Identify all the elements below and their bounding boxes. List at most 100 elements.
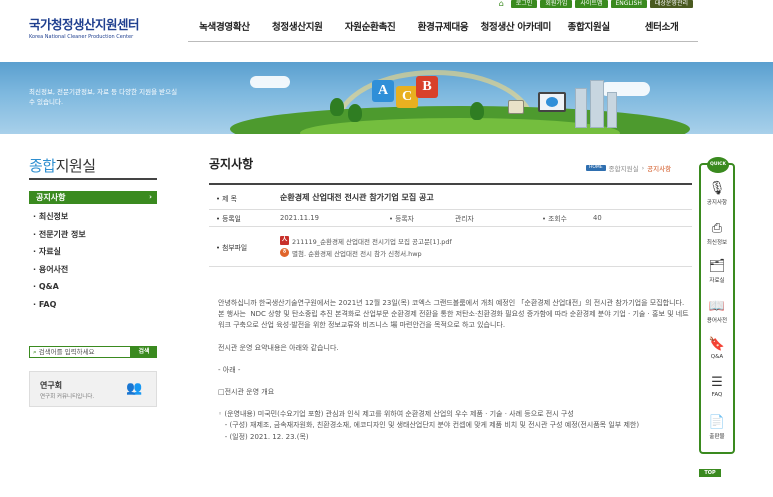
attachment-hwp[interactable]: ㅎ 별첨. 순환경제 산업대전 전시 참가 신청서.hwp [280, 247, 452, 259]
body-paragraph: ◦ (운영내용) 미국민(수요기업 포함) 관심과 인식 제고를 위하여 순환경… [218, 410, 574, 419]
banner-phone-icon [508, 100, 524, 114]
attachment-name: 211119_순환경제 산업대전 전시기업 모집 공고문[1].pdf [292, 237, 452, 246]
admin-link[interactable]: 대상운영관리 [649, 0, 693, 8]
sidebar-item-expert-info[interactable]: · 전문기관 정보 [29, 226, 157, 244]
quick-item-label: 최신정보 [706, 240, 728, 246]
nav-item-support-office[interactable]: 종합지원실 [552, 14, 625, 41]
post-subject-row: 제 목 순환경제 산업대전 전시관 참가기업 모집 공고 [209, 186, 692, 210]
nav-item-cleaner-production[interactable]: 청정생산지원 [261, 14, 334, 41]
quick-item-label: FAQ [711, 392, 723, 398]
site-logo[interactable]: 국가청정생산지원센터 Korea National Cleaner Produc… [29, 14, 140, 40]
sidebar-item-notice[interactable]: 공지사항 › [29, 191, 157, 204]
quick-item-qna[interactable]: 🔖 Q&A [701, 337, 733, 360]
sidebar-menu: 공지사항 › · 최신정보 · 전문기관 정보 · 자료실 · 용어사전 · Q&… [29, 191, 157, 313]
quick-item-label: 자료실 [709, 278, 725, 284]
body-paragraph: □전시관 운영 개요 [218, 388, 275, 397]
author-label: 등록자 [380, 213, 450, 223]
attachment-pdf[interactable]: 人 211119_순환경제 산업대전 전시기업 모집 공고문[1].pdf [280, 235, 452, 247]
banner-block-b: B [416, 76, 438, 98]
research-group-banner[interactable]: 연구회 연구회 커뮤니티입니다. 👥 [29, 371, 157, 407]
quick-item-publications[interactable]: 📄 출판물 [701, 415, 733, 440]
sidebar-item-archive[interactable]: · 자료실 [29, 243, 157, 261]
breadcrumb: HOME 종합지원실 › 공지사항 [586, 163, 671, 173]
banner-monitor-icon [538, 92, 566, 112]
post-date: 2021.11.19 [280, 214, 319, 222]
sidebar-title-accent: 종합 [29, 157, 56, 175]
attachment-name: 별첨. 순환경제 산업대전 전시 참가 신청서.hwp [292, 249, 422, 258]
quick-item-glossary[interactable]: 📖 용어사전 [701, 299, 733, 324]
views-label: 조회수 [533, 213, 583, 223]
banner-building [590, 80, 604, 128]
home-icon[interactable]: ⌂ [499, 0, 508, 8]
chevron-right-icon: › [641, 164, 645, 172]
quick-menu: QUICK 🎙 공지사항 ⎙ 최신정보 🗂 자료실 📖 용어사전 🔖 Q&A ☰ FAQ 📄… [699, 157, 735, 454]
attach-label: 첨부파일 [209, 242, 267, 252]
post-view: 제 목 순환경제 산업대전 전시관 참가기업 모집 공고 등록일 2021.11… [209, 186, 692, 267]
join-link[interactable]: 회원가입 [540, 0, 573, 8]
attachment-list: 人 211119_순환경제 산업대전 전시기업 모집 공고문[1].pdf ㅎ 별첨… [267, 235, 452, 259]
banner-block-c: C [396, 86, 418, 108]
sidebar-item-latest-info[interactable]: · 최신정보 [29, 208, 157, 226]
breadcrumb-current: 공지사항 [647, 165, 672, 173]
folder-icon: 🗂 [708, 259, 726, 274]
bookmark-icon: 🔖 [708, 337, 726, 352]
sidebar-item-label: 용어사전 [38, 264, 69, 274]
nav-item-regulation[interactable]: 환경규제대응 [407, 14, 480, 41]
quick-item-notice[interactable]: 🎙 공지사항 [701, 181, 733, 206]
sidebar-divider [29, 178, 157, 180]
body-paragraph: - 아래 - [218, 365, 241, 374]
sidebar-item-faq[interactable]: · FAQ [29, 296, 157, 314]
english-link[interactable]: ENGLISH [610, 0, 647, 8]
search-placeholder: 검색어를 입력하세요 [38, 348, 95, 356]
chevron-right-icon: › [149, 193, 152, 201]
banner-building [575, 88, 587, 128]
quick-item-archive[interactable]: 🗂 자료실 [701, 259, 733, 284]
subject-label: 제 목 [209, 193, 267, 203]
sidebar-item-label: Q&A [38, 282, 59, 291]
search-button[interactable]: 검색 [131, 346, 157, 358]
quick-item-faq[interactable]: ☰ FAQ [701, 375, 733, 398]
sidebar-item-label: 최신정보 [38, 212, 69, 221]
body-paragraph: - (일정) 2021. 12. 23.(목) [218, 432, 309, 441]
post-attachments-row: 첨부파일 人211119_순환경제 산업대전 전시기업 모집 공고문[1].pd… [209, 227, 692, 267]
post-body: 안녕하십니까 한국생산기술연구원에서는 2021년 12월 23일(목) 코엑스… [218, 298, 692, 443]
sitemap-link[interactable]: 사이트맵 [575, 0, 608, 8]
nav-item-green-management[interactable]: 녹색경영확산 [188, 14, 261, 41]
faq-icon: ☰ [711, 375, 723, 390]
banner-block-a: A [372, 80, 394, 102]
sidebar-item-glossary[interactable]: · 용어사전 [29, 261, 157, 279]
nav-item-academy[interactable]: 청정생산 아카데미 [479, 14, 552, 41]
research-group-title: 연구회 [40, 381, 63, 390]
page-title: 공지사항 [209, 157, 254, 171]
breadcrumb-home[interactable]: HOME [586, 165, 606, 171]
sidebar-title: 종합지원실 [29, 155, 96, 176]
banner-cloud [250, 76, 290, 88]
document-icon: ⎙ [711, 221, 723, 236]
main-navigation: 녹색경영확산 청정생산지원 자원순환촉진 환경규제대응 청정생산 아카데미 종합… [188, 14, 698, 42]
nav-item-about[interactable]: 센터소개 [625, 14, 698, 41]
post-views: 40 [593, 214, 602, 222]
date-label: 등록일 [209, 213, 267, 223]
sidebar-item-label: 자료실 [38, 247, 61, 256]
search-input[interactable]: ⌕ 검색어를 입력하세요 [29, 346, 131, 358]
logo-english: Korea National Cleaner Production Center [29, 34, 134, 40]
body-paragraph: 전시관 운영 요약내용은 아래와 같습니다. [218, 343, 339, 352]
login-link[interactable]: 로그인 [510, 0, 538, 8]
quick-item-label: 용어사전 [706, 318, 728, 324]
breadcrumb-item[interactable]: 종합지원실 [609, 163, 639, 173]
scroll-top-button[interactable]: TOP [699, 469, 721, 477]
nav-item-resource-circulation[interactable]: 자원순환촉진 [334, 14, 407, 41]
post-subject: 순환경제 산업대전 전시관 참가기업 모집 공고 [280, 193, 434, 202]
banner-tree [330, 98, 344, 116]
quick-item-latest[interactable]: ⎙ 최신정보 [701, 221, 733, 246]
sidebar-item-qna[interactable]: · Q&A [29, 278, 157, 296]
utility-bar: ⌂ 로그인 회원가입 사이트맵 ENGLISH 대상운영관리 [499, 0, 693, 8]
sidebar-search: ⌕ 검색어를 입력하세요 검색 [29, 346, 157, 358]
body-paragraph: - (구성) 재제조, 금속재자원화, 친환경소재, 에코디자인 및 생태산업단… [218, 421, 640, 430]
book-icon: 📖 [708, 299, 726, 314]
sidebar-item-label: FAQ [38, 299, 57, 309]
post-author: 관리자 [455, 215, 474, 223]
hwp-icon: ㅎ [280, 248, 289, 257]
hero-banner: 최신정보, 전문기관정보, 자료 등 다양한 지원을 받으실 수 있습니다. A… [0, 62, 773, 134]
quick-item-label: 출판물 [709, 434, 725, 440]
